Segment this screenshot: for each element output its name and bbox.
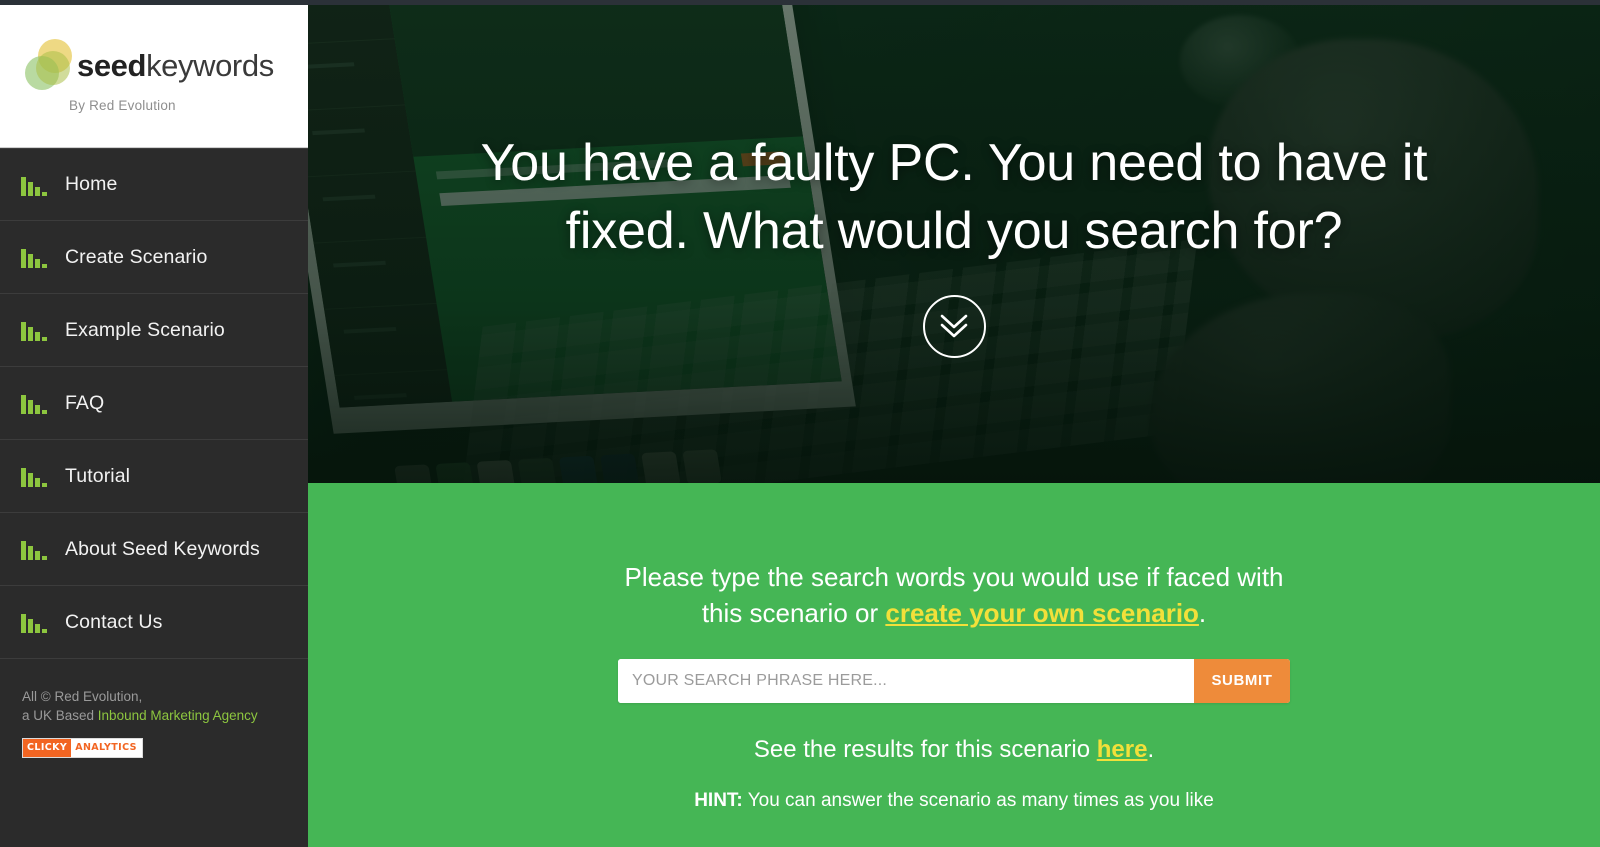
scenario-form-section: Please type the search words you would u…: [308, 483, 1600, 847]
sidebar-item-label: Home: [65, 173, 118, 195]
hint-line: HINT: You can answer the scenario as man…: [694, 790, 1214, 812]
overlapping-circles-logo-icon: [22, 39, 74, 91]
brand-name-light: keywords: [146, 47, 274, 83]
create-your-own-scenario-link[interactable]: create your own scenario: [885, 598, 1199, 628]
page-root: seedkeywords By Red Evolution Home Creat…: [0, 0, 1600, 847]
logo-area[interactable]: seedkeywords By Red Evolution: [0, 5, 308, 148]
bar-chart-icon: [21, 392, 47, 414]
bar-chart-icon: [21, 538, 47, 560]
sidebar-item-label: Tutorial: [65, 464, 131, 487]
sidebar: seedkeywords By Red Evolution Home Creat…: [0, 5, 308, 847]
sidebar-item-contact-us[interactable]: Contact Us: [0, 586, 308, 659]
agency-prefix: a UK Based: [22, 708, 98, 723]
sidebar-item-label: Contact Us: [65, 610, 163, 633]
bar-chart-icon: [21, 246, 47, 268]
clicky-analytics-badge[interactable]: CLICKY ANALYTICS: [22, 738, 143, 758]
hero-section: You have a faulty PC. You need to have i…: [308, 5, 1600, 483]
hint-label: HINT:: [694, 789, 743, 811]
results-here-link[interactable]: here: [1097, 736, 1148, 763]
hero-headline: You have a faulty PC. You need to have i…: [480, 134, 1428, 260]
sidebar-footer: All © Red Evolution, a UK Based Inbound …: [0, 659, 308, 758]
hero-content: You have a faulty PC. You need to have i…: [308, 5, 1600, 483]
sidebar-item-label: FAQ: [65, 391, 105, 414]
clicky-badge-right: ANALYTICS: [71, 739, 142, 757]
lead-paragraph: Please type the search words you would u…: [604, 559, 1304, 632]
sidebar-item-label: Create Scenario: [65, 245, 208, 268]
submit-button[interactable]: SUBMIT: [1194, 658, 1290, 703]
bar-chart-icon: [21, 174, 47, 196]
search-input[interactable]: [618, 658, 1194, 703]
inbound-marketing-agency-link[interactable]: Inbound Marketing Agency: [98, 708, 258, 723]
results-line: See the results for this scenario here.: [754, 736, 1154, 764]
copyright-line: All © Red Evolution,: [22, 689, 143, 704]
sidebar-item-create-scenario[interactable]: Create Scenario: [0, 221, 308, 294]
results-suffix: .: [1147, 735, 1155, 763]
agency-line: a UK Based Inbound Marketing Agency: [22, 706, 286, 725]
bar-chart-icon: [21, 465, 47, 487]
results-prefix: See the results for this scenario: [753, 735, 1097, 763]
chevron-double-down-icon[interactable]: [922, 294, 986, 358]
sidebar-item-faq[interactable]: FAQ: [0, 367, 308, 440]
brand-name-bold: seed: [77, 47, 147, 83]
sidebar-item-label: About Seed Keywords: [65, 537, 260, 560]
brand-wordmark: seedkeywords: [77, 50, 274, 81]
sidebar-item-tutorial[interactable]: Tutorial: [0, 440, 308, 513]
sidebar-item-example-scenario[interactable]: Example Scenario: [0, 294, 308, 367]
bar-chart-icon: [21, 319, 47, 341]
sidebar-item-home[interactable]: Home: [0, 148, 308, 221]
lead-text-part2: .: [1198, 598, 1207, 629]
bar-chart-icon: [21, 611, 47, 633]
sidebar-item-label: Example Scenario: [65, 318, 225, 341]
sidebar-item-about-seed-keywords[interactable]: About Seed Keywords: [0, 513, 308, 586]
hint-text: You can answer the scenario as many time…: [742, 789, 1214, 811]
scenario-search-form: SUBMIT: [618, 658, 1290, 703]
clicky-badge-left: CLICKY: [23, 739, 72, 757]
sidebar-nav: Home Create Scenario Example Scenario FA…: [0, 148, 308, 659]
brand-tagline: By Red Evolution: [69, 98, 176, 113]
